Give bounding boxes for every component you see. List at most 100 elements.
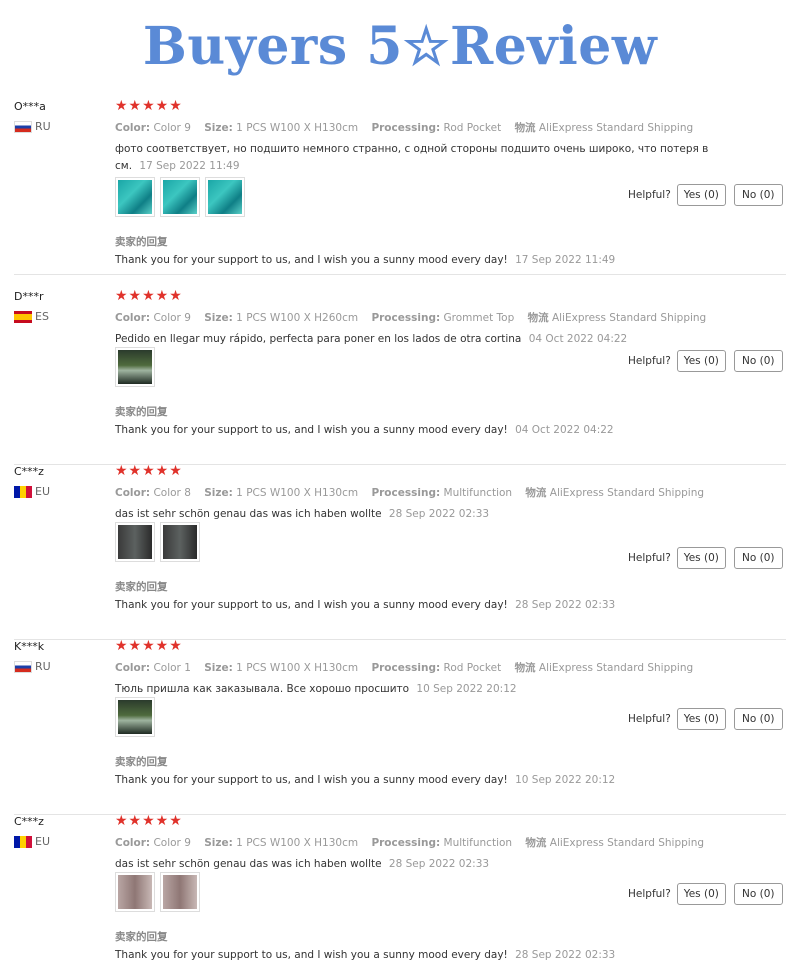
seller-reply-date: 17 Sep 2022 11:49 <box>515 254 616 266</box>
review-text: das ist sehr schön genau das was ich hab… <box>115 508 382 520</box>
review-photo-thumbnail[interactable] <box>115 697 155 737</box>
review-photos <box>115 522 200 562</box>
banner-title: Buyers 5☆Review <box>142 15 658 77</box>
review-comment: das ist sehr schön genau das was ich hab… <box>115 856 715 873</box>
review-item: O***a RU ★★★★★ Color: Color 9 Size: 1 PC… <box>0 98 800 275</box>
review-text: Тюль пришла как заказывала. Все хорошо п… <box>115 683 410 695</box>
review-photo-thumbnail[interactable] <box>160 177 200 217</box>
review-photo <box>118 700 152 734</box>
star-rating: ★★★★★ <box>115 288 183 304</box>
review-photos <box>115 697 155 737</box>
review-divider <box>14 274 786 275</box>
seller-reply: Thank you for your support to us, and I … <box>115 599 615 611</box>
seller-reply: Thank you for your support to us, and I … <box>115 424 614 436</box>
order-details: Color: Color 9 Size: 1 PCS W100 X H130cm… <box>115 835 714 850</box>
size-label: Size: <box>204 487 233 499</box>
review-photo-thumbnail[interactable] <box>160 872 200 912</box>
review-text: das ist sehr schön genau das was ich hab… <box>115 858 382 870</box>
helpful-yes-button[interactable]: Yes (0) <box>676 883 726 905</box>
review-photo-thumbnail[interactable] <box>160 522 200 562</box>
star-rating: ★★★★★ <box>115 813 183 829</box>
reviewer-country: EU <box>14 485 50 498</box>
color-value: Color 9 <box>153 312 191 324</box>
country-code: EU <box>35 835 51 848</box>
processing-value: Grommet Top <box>443 312 515 324</box>
reviewer-name: O***a <box>14 100 46 113</box>
seller-reply-text: Thank you for your support to us, and I … <box>115 424 508 436</box>
color-value: Color 1 <box>153 662 191 674</box>
reviewer-name: C***z <box>14 465 44 478</box>
star-rating: ★★★★★ <box>115 98 183 114</box>
shipping-value: AliExpress Standard Shipping <box>538 662 694 674</box>
helpful-no-button[interactable]: No (0) <box>733 708 783 730</box>
helpful-yes-button[interactable]: Yes (0) <box>676 184 726 206</box>
helpful-yes-button[interactable]: Yes (0) <box>676 708 726 730</box>
country-code: EU <box>35 485 51 498</box>
review-photo <box>208 180 242 214</box>
review-text: Pedido en llegar muy rápido, perfecta pa… <box>115 333 522 345</box>
helpful-yes-button[interactable]: Yes (0) <box>676 350 726 372</box>
shipping-value: AliExpress Standard Shipping <box>549 487 705 499</box>
seller-reply-date: 10 Sep 2022 20:12 <box>515 774 616 786</box>
seller-reply-text: Thank you for your support to us, and I … <box>115 254 508 266</box>
color-label: Color: <box>115 662 151 674</box>
helpful-no-button[interactable]: No (0) <box>733 350 783 372</box>
seller-reply-date: 28 Sep 2022 02:33 <box>515 949 616 961</box>
reviewer-country: ES <box>14 310 49 323</box>
reviewer-country: EU <box>14 835 50 848</box>
color-value: Color 9 <box>153 122 191 134</box>
color-value: Color 8 <box>153 487 191 499</box>
shipping-label: 物流 <box>525 487 547 499</box>
reviewer-country: RU <box>14 660 51 673</box>
helpful-no-button[interactable]: No (0) <box>733 883 783 905</box>
review-photos <box>115 177 245 217</box>
country-flag-icon <box>14 660 32 673</box>
seller-reply: Thank you for your support to us, and I … <box>115 254 615 266</box>
processing-value: Rod Pocket <box>443 122 502 134</box>
processing-label: Processing: <box>371 837 441 849</box>
review-comment: das ist sehr schön genau das was ich hab… <box>115 506 715 523</box>
size-label: Size: <box>204 837 233 849</box>
color-label: Color: <box>115 487 151 499</box>
review-comment: Тюль пришла как заказывала. Все хорошо п… <box>115 681 715 698</box>
order-details: Color: Color 9 Size: 1 PCS W100 X H130cm… <box>115 120 703 135</box>
seller-reply-label: 卖家的回复 <box>115 581 168 593</box>
review-photo <box>118 350 152 384</box>
shipping-value: AliExpress Standard Shipping <box>549 837 705 849</box>
seller-reply-date: 04 Oct 2022 04:22 <box>515 424 614 436</box>
review-photo-thumbnail[interactable] <box>115 177 155 217</box>
helpful-label: Helpful? <box>628 355 671 367</box>
seller-reply-label: 卖家的回复 <box>115 406 168 418</box>
review-photo <box>118 525 152 559</box>
country-code: ES <box>35 310 49 323</box>
order-details: Color: Color 1 Size: 1 PCS W100 X H130cm… <box>115 660 703 675</box>
review-comment: фото соответствует, но подшито немного с… <box>115 141 715 175</box>
size-value: 1 PCS W100 X H130cm <box>236 487 359 499</box>
country-flag-icon <box>14 485 32 498</box>
helpful-vote: Helpful? Yes (0) No (0) <box>628 708 791 730</box>
helpful-yes-button[interactable]: Yes (0) <box>676 547 726 569</box>
review-date: 28 Sep 2022 02:33 <box>388 858 490 870</box>
helpful-vote: Helpful? Yes (0) No (0) <box>628 184 791 206</box>
review-photo-thumbnail[interactable] <box>115 872 155 912</box>
country-flag-icon <box>14 120 32 133</box>
helpful-vote: Helpful? Yes (0) No (0) <box>628 883 791 905</box>
star-rating: ★★★★★ <box>115 638 183 654</box>
reviewer-name: K***k <box>14 640 45 653</box>
processing-label: Processing: <box>371 487 441 499</box>
shipping-value: AliExpress Standard Shipping <box>551 312 707 324</box>
review-item: C***z EU ★★★★★ Color: Color 9 Size: 1 PC… <box>0 813 800 978</box>
review-photo <box>118 875 152 909</box>
review-photo-thumbnail[interactable] <box>205 177 245 217</box>
size-value: 1 PCS W100 X H130cm <box>236 122 359 134</box>
country-flag-icon <box>14 835 32 848</box>
star-rating: ★★★★★ <box>115 463 183 479</box>
review-date: 17 Sep 2022 11:49 <box>139 160 240 172</box>
helpful-no-button[interactable]: No (0) <box>733 547 783 569</box>
size-label: Size: <box>204 662 233 674</box>
review-photo-thumbnail[interactable] <box>115 522 155 562</box>
helpful-label: Helpful? <box>628 713 671 725</box>
helpful-no-button[interactable]: No (0) <box>733 184 783 206</box>
review-date: 10 Sep 2022 20:12 <box>416 683 517 695</box>
review-photo-thumbnail[interactable] <box>115 347 155 387</box>
